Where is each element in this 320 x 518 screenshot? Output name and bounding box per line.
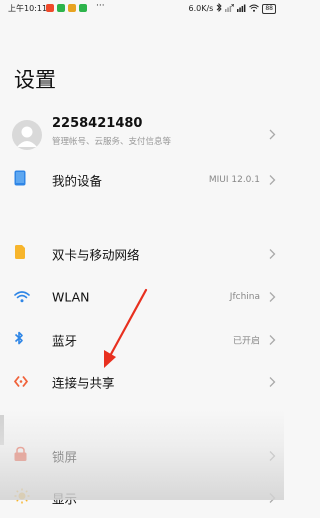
bottom-fade-overlay <box>0 410 284 500</box>
user-avatar <box>12 120 42 150</box>
chevron-right-icon <box>269 288 276 307</box>
account-name: 2258421480 <box>52 116 143 131</box>
chevron-right-icon <box>269 171 276 190</box>
bluetooth-label: 蓝牙 <box>52 333 78 349</box>
more-notifications-icon: ··· <box>96 1 105 11</box>
app-notification-icon <box>57 4 65 12</box>
chevron-right-icon <box>269 125 276 144</box>
status-bar: 上午10:11 ··· 6.0K/s 88 <box>0 0 284 16</box>
page-title: 设置 <box>14 68 56 92</box>
connection-sharing-label: 连接与共享 <box>52 375 115 391</box>
dual-sim-label: 双卡与移动网络 <box>52 247 140 263</box>
dual-sim-row[interactable]: 双卡与移动网络 <box>0 234 284 274</box>
signal-icon <box>237 4 246 14</box>
signal-x-icon <box>225 3 235 14</box>
battery-indicator: 88 <box>262 3 276 14</box>
app-notification-icon <box>79 4 87 12</box>
connection-sharing-row[interactable]: 连接与共享 <box>0 362 284 402</box>
my-device-label: 我的设备 <box>52 173 103 189</box>
app-notification-icon <box>46 4 54 12</box>
wifi-icon <box>14 288 30 307</box>
my-device-row[interactable]: 我的设备 MIUI 12.0.1 <box>0 160 284 200</box>
notification-icons <box>46 4 87 12</box>
status-right: 6.0K/s 88 <box>188 2 276 14</box>
bluetooth-row[interactable]: 蓝牙 已开启 <box>0 320 284 360</box>
app-notification-icon <box>68 4 76 12</box>
my-device-version: MIUI 12.0.1 <box>208 175 260 185</box>
tablet-icon <box>14 170 26 190</box>
account-subtitle: 管理帐号、云服务、支付信息等 <box>52 137 172 147</box>
chevron-right-icon <box>269 245 276 264</box>
bluetooth-status-icon <box>216 2 222 14</box>
status-time: 上午10:11 <box>8 4 48 13</box>
bluetooth-status: 已开启 <box>232 336 260 347</box>
wifi-status-icon <box>249 4 260 14</box>
wlan-row[interactable]: WLAN Jfchina <box>0 277 284 317</box>
sim-card-icon <box>14 245 26 264</box>
chevron-right-icon <box>269 373 276 392</box>
network-speed: 6.0K/s <box>188 4 214 13</box>
wlan-label: WLAN <box>52 289 90 305</box>
wlan-network-name: Jfchina <box>229 292 260 302</box>
bluetooth-icon <box>14 331 24 350</box>
share-icon <box>14 373 30 392</box>
chevron-right-icon <box>269 331 276 350</box>
